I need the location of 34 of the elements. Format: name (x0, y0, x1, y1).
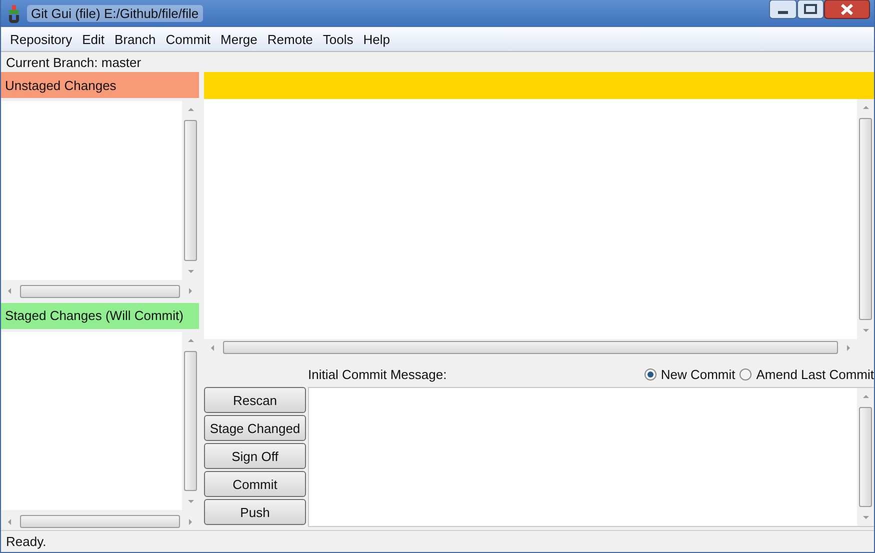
maximize-button[interactable] (797, 0, 824, 19)
radio-button[interactable] (644, 368, 657, 380)
vertical-scrollbar[interactable] (182, 332, 199, 510)
minimize-button[interactable] (769, 0, 797, 19)
menu-item[interactable]: Help (358, 32, 396, 46)
radio-button[interactable] (739, 368, 752, 380)
action-button[interactable]: Push (204, 499, 306, 525)
commit-message-label: Initial Commit Message: (308, 366, 447, 382)
current-branch-label: Current Branch: master (5, 54, 142, 72)
menu-item[interactable]: Branch (110, 32, 161, 46)
unstaged-changes-header: Unstaged Changes (1, 72, 199, 98)
window-title: Git Gui (file) E:/Github/file/file (27, 5, 203, 22)
menu-item[interactable]: Repository (5, 32, 78, 46)
app-icon (7, 4, 21, 22)
menu-item[interactable]: Tools (318, 32, 358, 46)
vertical-scrollbar[interactable] (857, 388, 874, 526)
action-button[interactable]: Rescan (204, 387, 306, 413)
status-bar-text: Ready. (1, 530, 874, 552)
radio-option[interactable]: New Commit (644, 366, 736, 382)
action-button[interactable]: Sign Off (204, 443, 306, 469)
vertical-scrollbar[interactable] (857, 99, 874, 339)
menu-item[interactable]: Commit (160, 32, 216, 46)
menu-item[interactable]: Edit (77, 32, 110, 46)
action-button[interactable]: Stage Changed (204, 415, 306, 441)
staged-changes-header: Staged Changes (Will Commit) (1, 302, 199, 328)
vertical-scrollbar[interactable] (182, 101, 199, 280)
close-button[interactable] (824, 0, 870, 19)
menu-item[interactable]: Merge (216, 32, 262, 46)
menu-item[interactable]: Remote (262, 32, 318, 46)
radio-option[interactable]: Amend Last Commit (739, 366, 874, 382)
unstaged-file-list[interactable] (1, 101, 199, 280)
action-button[interactable]: Commit (204, 471, 306, 497)
staged-file-list[interactable] (1, 332, 199, 510)
commit-message-field[interactable] (308, 387, 874, 527)
